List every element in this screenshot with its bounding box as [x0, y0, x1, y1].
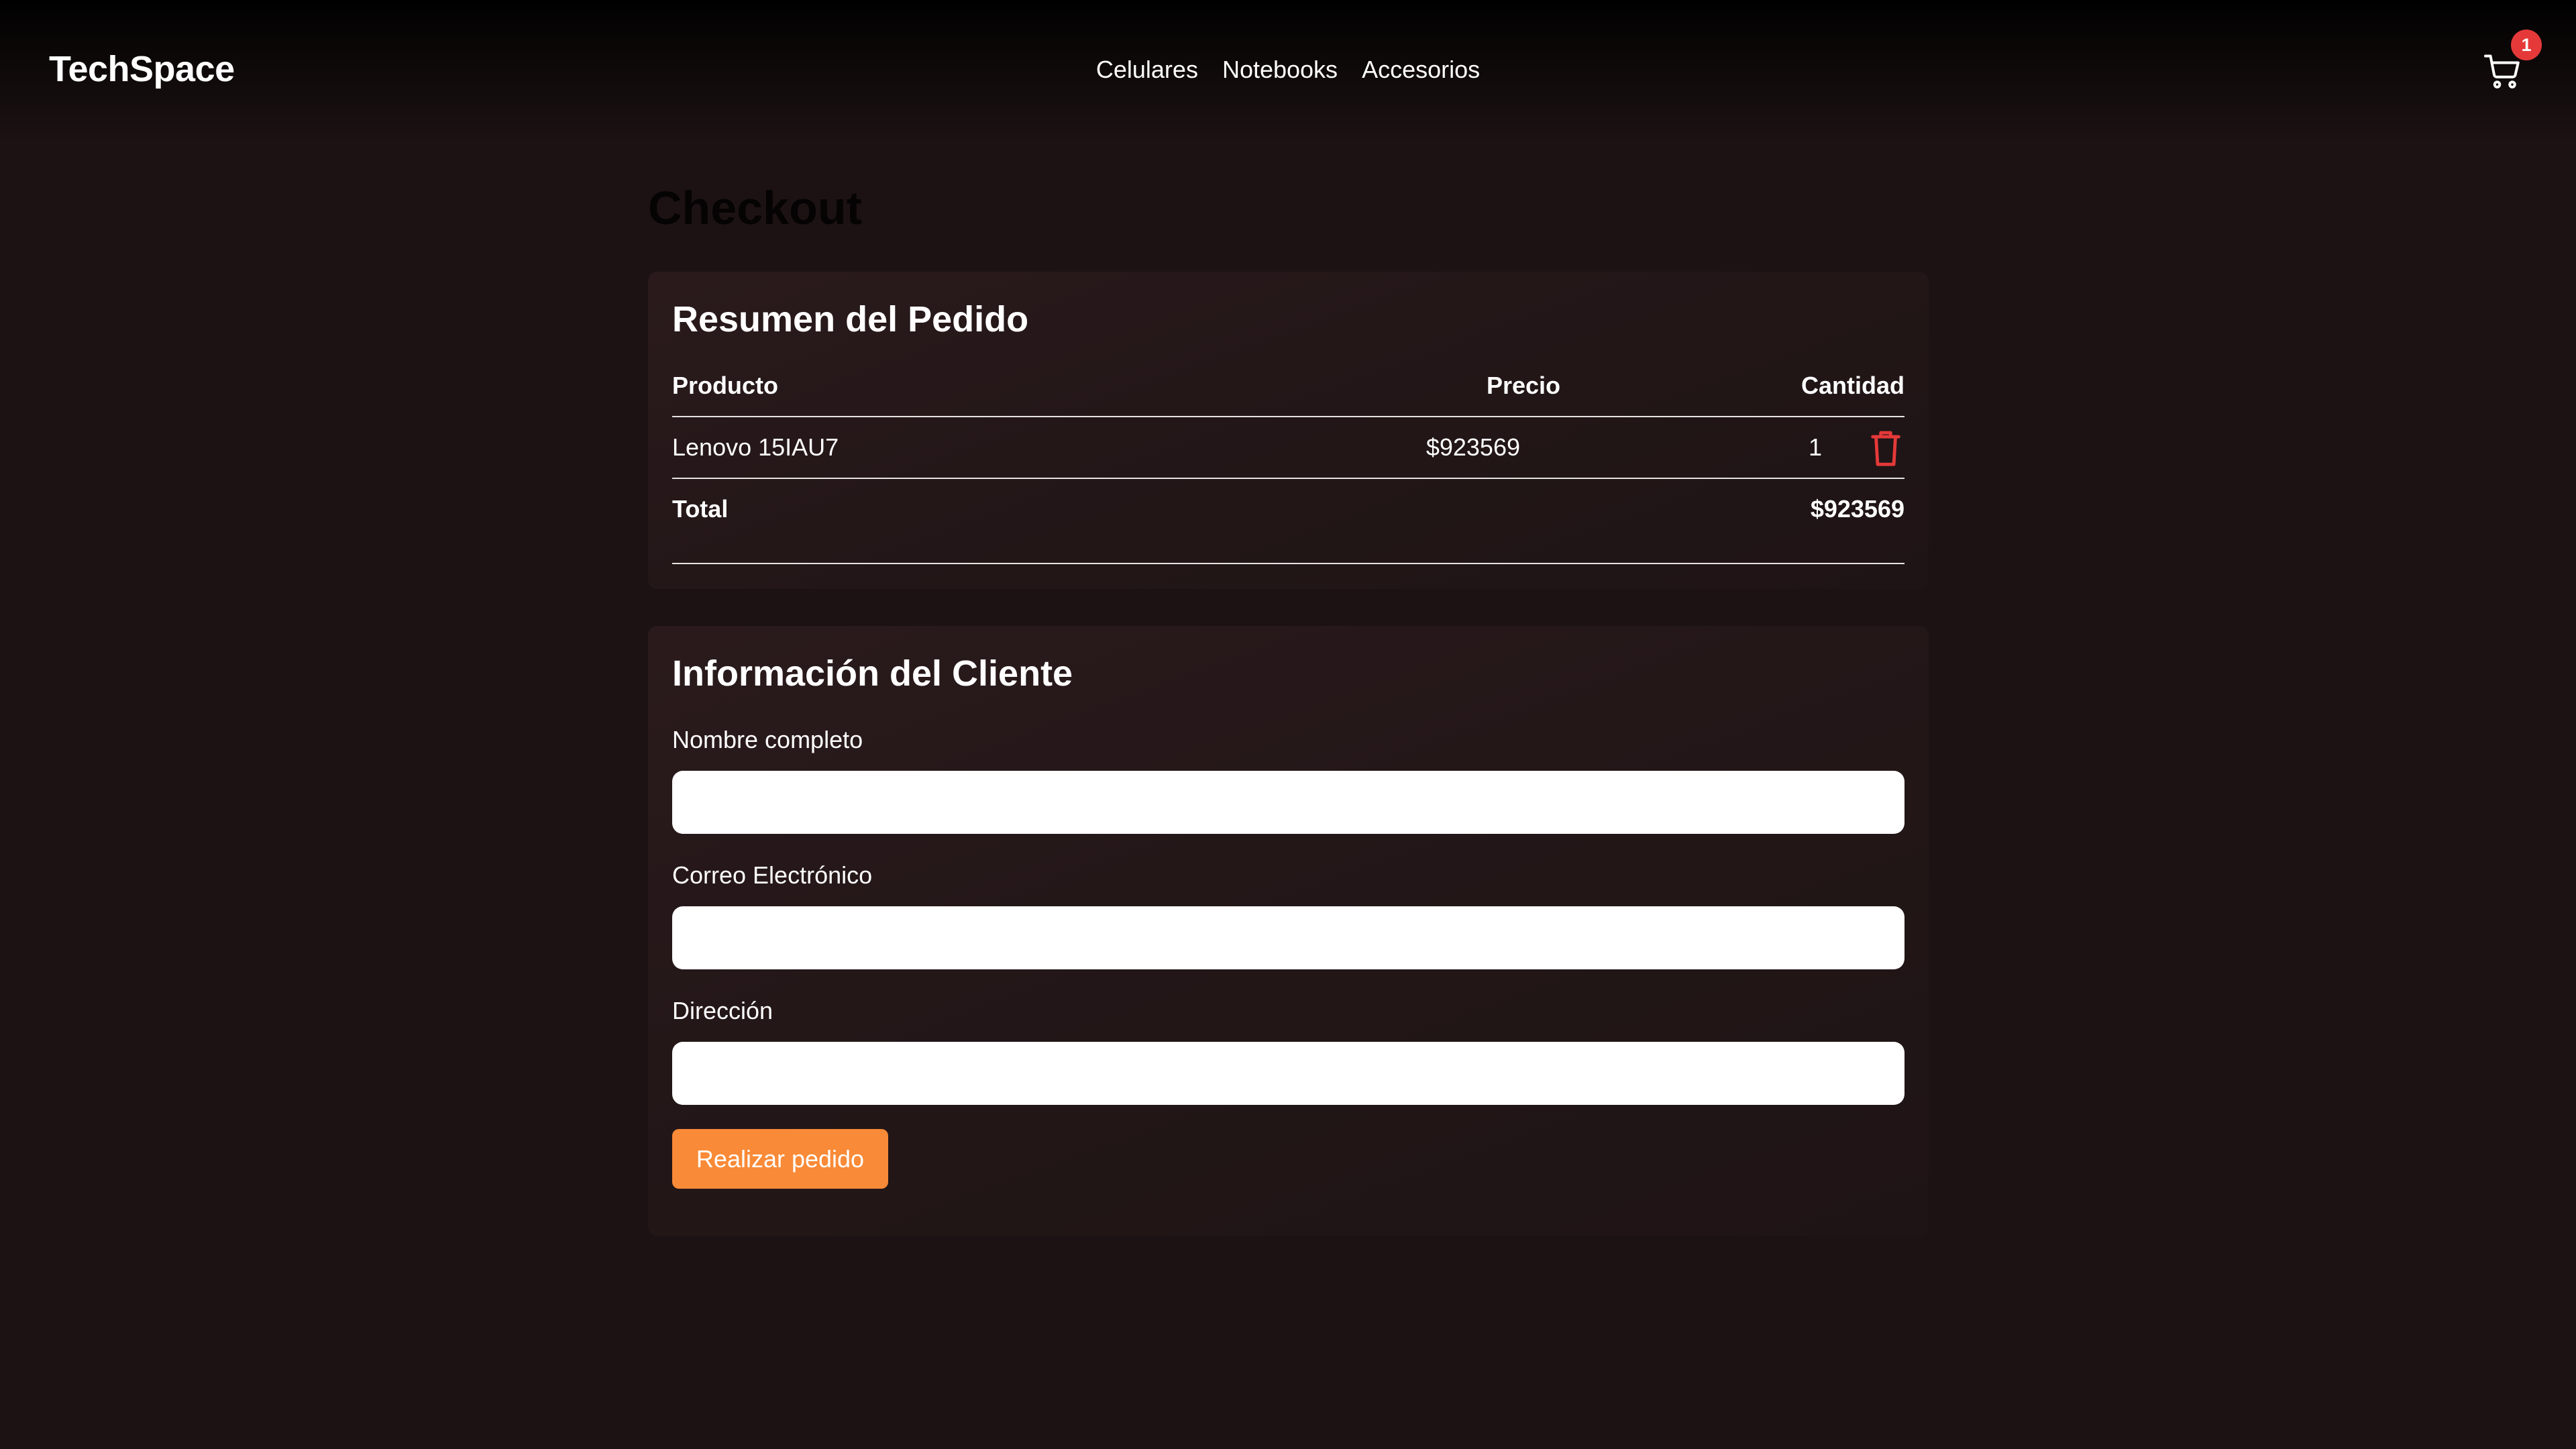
page-title: Checkout: [648, 182, 862, 234]
column-header-price: Precio: [1486, 372, 1560, 399]
email-input[interactable]: [672, 906, 1904, 969]
order-summary-title: Resumen del Pedido: [672, 299, 1029, 339]
top-navbar: TechSpace Celulares Notebooks Accesorios…: [0, 0, 2576, 145]
address-label: Dirección: [672, 997, 773, 1024]
column-header-product: Producto: [672, 372, 778, 399]
client-info-title: Información del Cliente: [672, 653, 1073, 694]
total-divider: [672, 563, 1904, 564]
place-order-button[interactable]: Realizar pedido: [672, 1129, 888, 1189]
total-value: $923569: [1810, 495, 1904, 523]
trash-icon: [1871, 431, 1900, 466]
column-header-quantity: Cantidad: [1801, 372, 1904, 399]
product-quantity: 1: [1808, 433, 1822, 461]
remove-item-button[interactable]: [1869, 429, 1902, 468]
header-divider: [672, 416, 1904, 417]
cart-count-badge: 1: [2511, 30, 2542, 60]
full-name-input[interactable]: [672, 771, 1904, 834]
nav-link-notebooks[interactable]: Notebooks: [1222, 56, 1338, 84]
product-price: $923569: [1426, 433, 1520, 461]
email-label: Correo Electrónico: [672, 861, 873, 889]
client-info-card: Información del Cliente Nombre completo …: [648, 626, 1929, 1236]
order-summary-card: Resumen del Pedido Producto Precio Canti…: [648, 272, 1929, 589]
total-label: Total: [672, 495, 729, 523]
main-nav: Celulares Notebooks Accesorios: [0, 56, 2576, 84]
address-input[interactable]: [672, 1042, 1904, 1105]
product-name: Lenovo 15IAU7: [672, 433, 839, 461]
nav-link-celulares[interactable]: Celulares: [1096, 56, 1198, 84]
nav-link-accesorios[interactable]: Accesorios: [1362, 56, 1480, 84]
row-divider: [672, 478, 1904, 479]
full-name-label: Nombre completo: [672, 726, 863, 753]
